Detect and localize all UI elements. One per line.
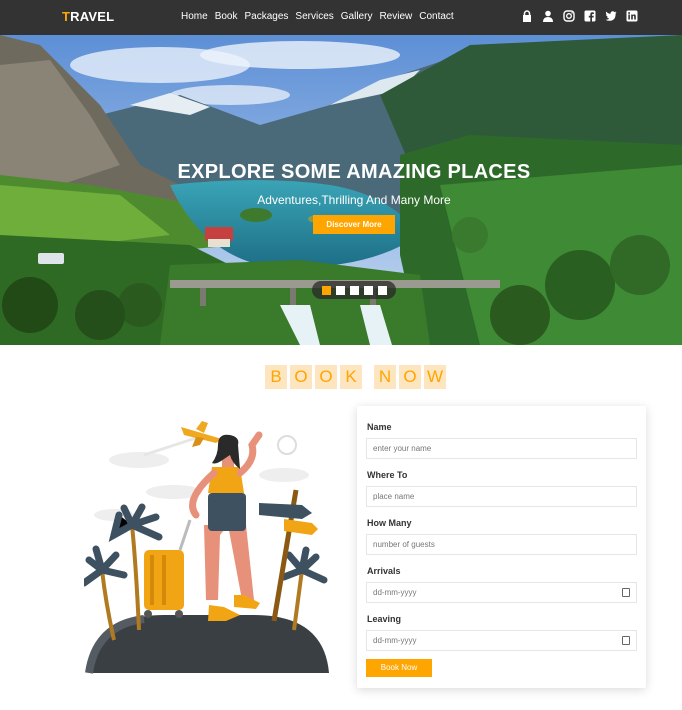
main-menu: Home Book Packages Services Gallery Revi…	[181, 11, 454, 22]
leaving-label: Leaving	[367, 614, 402, 624]
nav-link-home[interactable]: Home	[181, 11, 208, 22]
nav-link-review[interactable]: Review	[379, 11, 412, 22]
slide-dot-3[interactable]	[349, 285, 359, 295]
book-now-button[interactable]: Book Now	[366, 659, 432, 677]
logo-rest: RAVEL	[70, 9, 115, 24]
heading-letter: O	[399, 365, 421, 389]
top-navbar: TRAVEL Home Book Packages Services Galle…	[0, 0, 682, 35]
nav-link-contact[interactable]: Contact	[419, 11, 453, 22]
nav-link-packages[interactable]: Packages	[244, 11, 288, 22]
brand-logo[interactable]: TRAVEL	[62, 9, 114, 24]
logo-first-letter: T	[62, 9, 71, 24]
arrivals-date-input[interactable]: dd-mm-yyyy	[366, 582, 637, 603]
heading-letter: B	[265, 365, 287, 389]
traveler-illustration	[80, 415, 334, 682]
calendar-icon[interactable]	[622, 588, 630, 597]
booking-form: Name enter your name Where To place name…	[357, 406, 646, 688]
heading-letter: N	[374, 365, 396, 389]
hero-banner: EXPLORE SOME AMAZING PLACES Adventures,T…	[0, 35, 682, 345]
linkedin-icon[interactable]	[626, 10, 638, 22]
user-icon[interactable]	[542, 10, 554, 22]
leaving-date-value: dd-mm-yyyy	[373, 636, 417, 645]
slide-dot-2[interactable]	[335, 285, 345, 295]
nav-link-gallery[interactable]: Gallery	[341, 11, 373, 22]
discover-more-button[interactable]: Discover More	[313, 215, 395, 234]
how-many-label: How Many	[367, 518, 412, 528]
calendar-icon[interactable]	[622, 636, 630, 645]
where-to-input[interactable]: place name	[366, 486, 637, 507]
arrivals-label: Arrivals	[367, 566, 401, 576]
facebook-icon[interactable]	[584, 10, 596, 22]
slide-dot-1[interactable]	[321, 285, 331, 295]
name-label: Name	[367, 422, 392, 432]
twitter-icon[interactable]	[605, 10, 617, 22]
heading-letter: W	[424, 365, 446, 389]
social-icons	[521, 10, 638, 22]
heading-letter: O	[315, 365, 337, 389]
hero-title: EXPLORE SOME AMAZING PLACES	[177, 161, 531, 183]
instagram-icon[interactable]	[563, 10, 575, 22]
nav-link-book[interactable]: Book	[215, 11, 238, 22]
slider-pagination	[312, 281, 396, 299]
heading-letter: K	[340, 365, 362, 389]
where-to-label: Where To	[367, 470, 408, 480]
name-input[interactable]: enter your name	[366, 438, 637, 459]
book-now-heading: B O O K N O W	[265, 365, 446, 389]
arrivals-date-value: dd-mm-yyyy	[373, 588, 417, 597]
hero-subtitle: Adventures,Thrilling And Many More	[257, 193, 451, 207]
slide-dot-5[interactable]	[377, 285, 387, 295]
heading-space	[365, 365, 371, 389]
leaving-date-input[interactable]: dd-mm-yyyy	[366, 630, 637, 651]
how-many-input[interactable]: number of guests	[366, 534, 637, 555]
slide-dot-4[interactable]	[363, 285, 373, 295]
lock-icon[interactable]	[521, 10, 533, 22]
nav-link-services[interactable]: Services	[295, 11, 333, 22]
heading-letter: O	[290, 365, 312, 389]
